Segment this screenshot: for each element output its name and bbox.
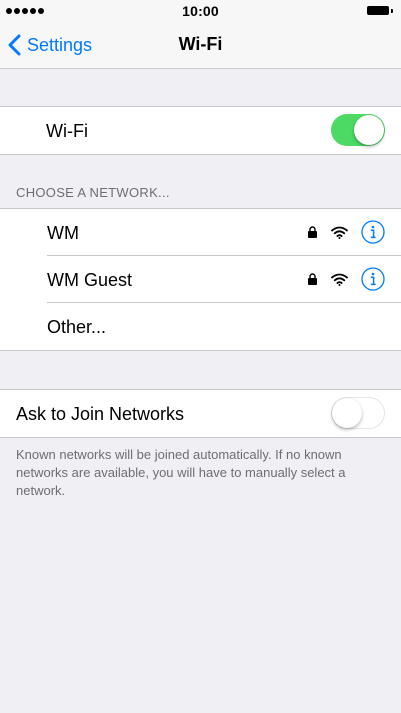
network-list: WM WM Guest Other... (0, 208, 401, 351)
toggle-knob (332, 398, 362, 428)
wifi-label: Wi-Fi (46, 121, 88, 141)
page-title: Wi-Fi (178, 34, 223, 54)
wifi-toggle-group: Wi-Fi (0, 106, 401, 155)
other-network-label: Other... (47, 317, 107, 337)
wifi-icon (331, 273, 348, 286)
info-icon[interactable] (361, 267, 385, 291)
ask-to-join-footer: Known networks will be joined automatica… (16, 447, 346, 498)
lock-icon (308, 273, 317, 285)
network-row-wm[interactable]: WM (0, 209, 401, 256)
ask-to-join-label: Ask to Join Networks (16, 404, 185, 424)
status-bar: 10:00 (0, 0, 401, 22)
ask-to-join-row: Ask to Join Networks (0, 390, 401, 437)
network-name: WM Guest (47, 270, 133, 290)
navigation-bar: Settings Wi-Fi (0, 22, 401, 69)
network-row-wm-guest[interactable]: WM Guest (0, 256, 401, 303)
toggle-knob (354, 115, 384, 145)
ask-to-join-group: Ask to Join Networks (0, 389, 401, 438)
ask-to-join-toggle[interactable] (331, 397, 385, 429)
status-time: 10:00 (182, 3, 219, 19)
choose-network-header: CHOOSE A NETWORK... (16, 185, 170, 200)
lock-icon (308, 226, 317, 238)
network-name: WM (47, 223, 79, 243)
network-row-other[interactable]: Other... (0, 303, 401, 350)
info-icon[interactable] (361, 220, 385, 244)
wifi-icon (331, 226, 348, 239)
wifi-row: Wi-Fi (0, 107, 401, 154)
wifi-toggle[interactable] (331, 114, 385, 146)
battery-icon (367, 6, 393, 16)
